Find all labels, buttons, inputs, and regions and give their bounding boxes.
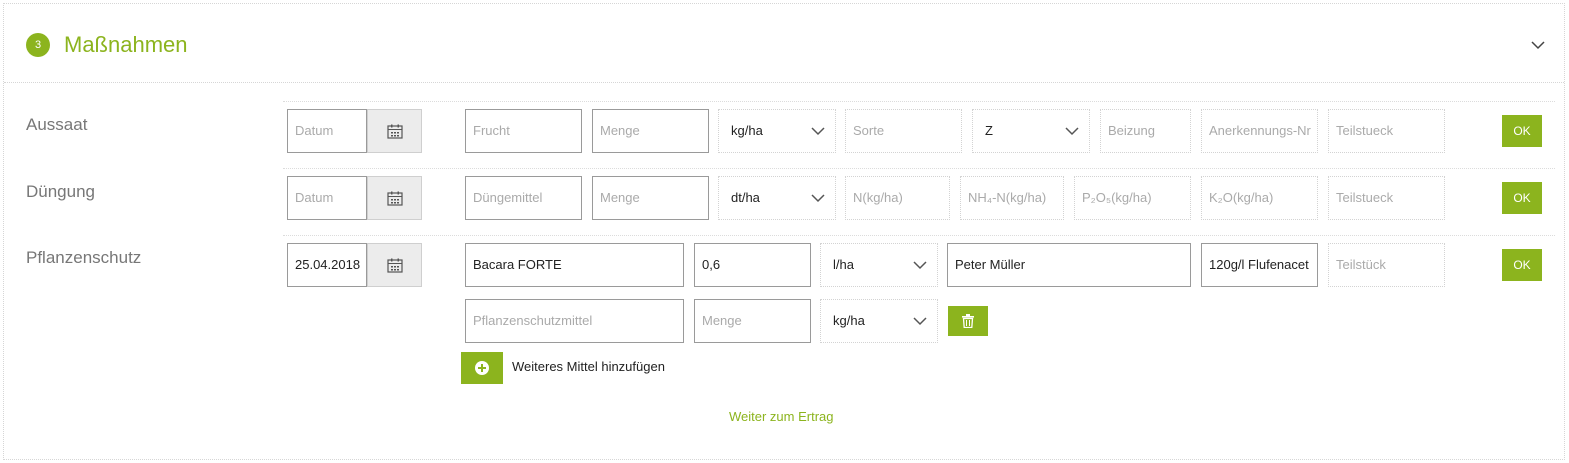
aussaat-teilstueck-input[interactable]: Teilstueck — [1328, 109, 1445, 153]
aussaat-unit-value: kg/ha — [731, 123, 763, 138]
chevron-down-icon — [811, 194, 825, 203]
anwender-input[interactable]: Peter Müller — [947, 243, 1191, 287]
step-badge: 3 — [26, 33, 50, 57]
wirkstoff-input[interactable]: 120g/l Flufenacet — [1201, 243, 1318, 287]
calendar-icon — [387, 124, 403, 139]
section-title: Maßnahmen — [64, 32, 188, 57]
aussaat-date-input[interactable]: Datum — [287, 109, 367, 153]
pflanzenschutz-menge-input[interactable]: 0,6 — [694, 243, 811, 287]
aussaat-menge-input[interactable]: Menge — [592, 109, 709, 153]
k2o-input[interactable]: K₂O(kg/ha) — [1201, 176, 1318, 220]
row-divider — [283, 168, 1555, 169]
add-mittel-button[interactable] — [461, 352, 503, 384]
pflanzenschutz-date-input[interactable]: 25.04.2018 — [287, 243, 367, 287]
chevron-down-icon — [913, 261, 927, 270]
duengemittel-input[interactable]: Düngemittel — [465, 176, 582, 220]
pflanzenschutz-unit-value: l/ha — [833, 257, 854, 272]
sorte-input[interactable]: Sorte — [845, 109, 962, 153]
aussaat-calendar-button[interactable] — [367, 109, 422, 153]
pflanzenschutzmittel-input[interactable]: Bacara FORTE — [465, 243, 684, 287]
pflanzenschutz-teilstueck-input[interactable]: Teilstück — [1328, 243, 1445, 287]
duengung-menge-input[interactable]: Menge — [592, 176, 709, 220]
chevron-down-icon — [1065, 127, 1079, 136]
duengung-calendar-button[interactable] — [367, 176, 422, 220]
pflanzenschutz-unit-select[interactable]: l/ha — [820, 243, 938, 287]
chevron-down-icon — [913, 317, 927, 326]
weiteres-mittel-input[interactable]: Pflanzenschutzmittel — [465, 299, 684, 343]
aussaat-ok-button[interactable]: OK — [1502, 115, 1542, 147]
calendar-icon — [387, 191, 403, 206]
row-label-aussaat: Aussaat — [26, 115, 88, 134]
weiteres-unit-value: kg/ha — [833, 313, 865, 328]
row-label-duengung: Düngung — [26, 182, 96, 201]
pflanzenschutz-calendar-button[interactable] — [367, 243, 422, 287]
trash-icon — [962, 314, 974, 328]
weiteres-menge-input[interactable]: Menge — [694, 299, 811, 343]
duengung-date-input[interactable]: Datum — [287, 176, 367, 220]
row-divider — [283, 101, 1555, 102]
delete-mittel-button[interactable] — [948, 306, 988, 336]
duengung-unit-select[interactable]: dt/ha — [718, 176, 836, 220]
duengung-ok-button[interactable]: OK — [1502, 182, 1542, 214]
beizung-input[interactable]: Beizung — [1100, 109, 1191, 153]
p2o5-input[interactable]: P₂O₅(kg/ha) — [1074, 176, 1191, 220]
anerkennungs-nr-input[interactable]: Anerkennungs-Nr — [1201, 109, 1318, 153]
calendar-icon — [387, 258, 403, 273]
duengung-unit-value: dt/ha — [731, 190, 760, 205]
aussaat-unit-select[interactable]: kg/ha — [718, 109, 836, 153]
weiter-zum-ertrag-link[interactable]: Weiter zum Ertrag — [729, 409, 834, 424]
massnahmen-panel: 3 Maßnahmen — [3, 3, 1565, 460]
z-select[interactable]: Z — [972, 109, 1090, 153]
duengung-teilstueck-input[interactable]: Teilstueck — [1328, 176, 1445, 220]
n-input[interactable]: N(kg/ha) — [845, 176, 950, 220]
weiteres-unit-select[interactable]: kg/ha — [820, 299, 938, 343]
row-divider — [283, 235, 1555, 236]
chevron-down-icon[interactable] — [1531, 38, 1545, 52]
section-header[interactable]: 3 Maßnahmen — [4, 4, 1564, 83]
z-select-value: Z — [985, 123, 993, 138]
add-mittel-label: Weiteres Mittel hinzufügen — [512, 359, 665, 374]
row-label-pflanzenschutz: Pflanzenschutz — [26, 248, 142, 267]
pflanzenschutz-ok-button[interactable]: OK — [1502, 249, 1542, 281]
chevron-down-icon — [811, 127, 825, 136]
nh4-n-input[interactable]: NH₄-N(kg/ha) — [960, 176, 1064, 220]
plus-circle-icon — [475, 361, 489, 375]
frucht-input[interactable]: Frucht — [465, 109, 582, 153]
